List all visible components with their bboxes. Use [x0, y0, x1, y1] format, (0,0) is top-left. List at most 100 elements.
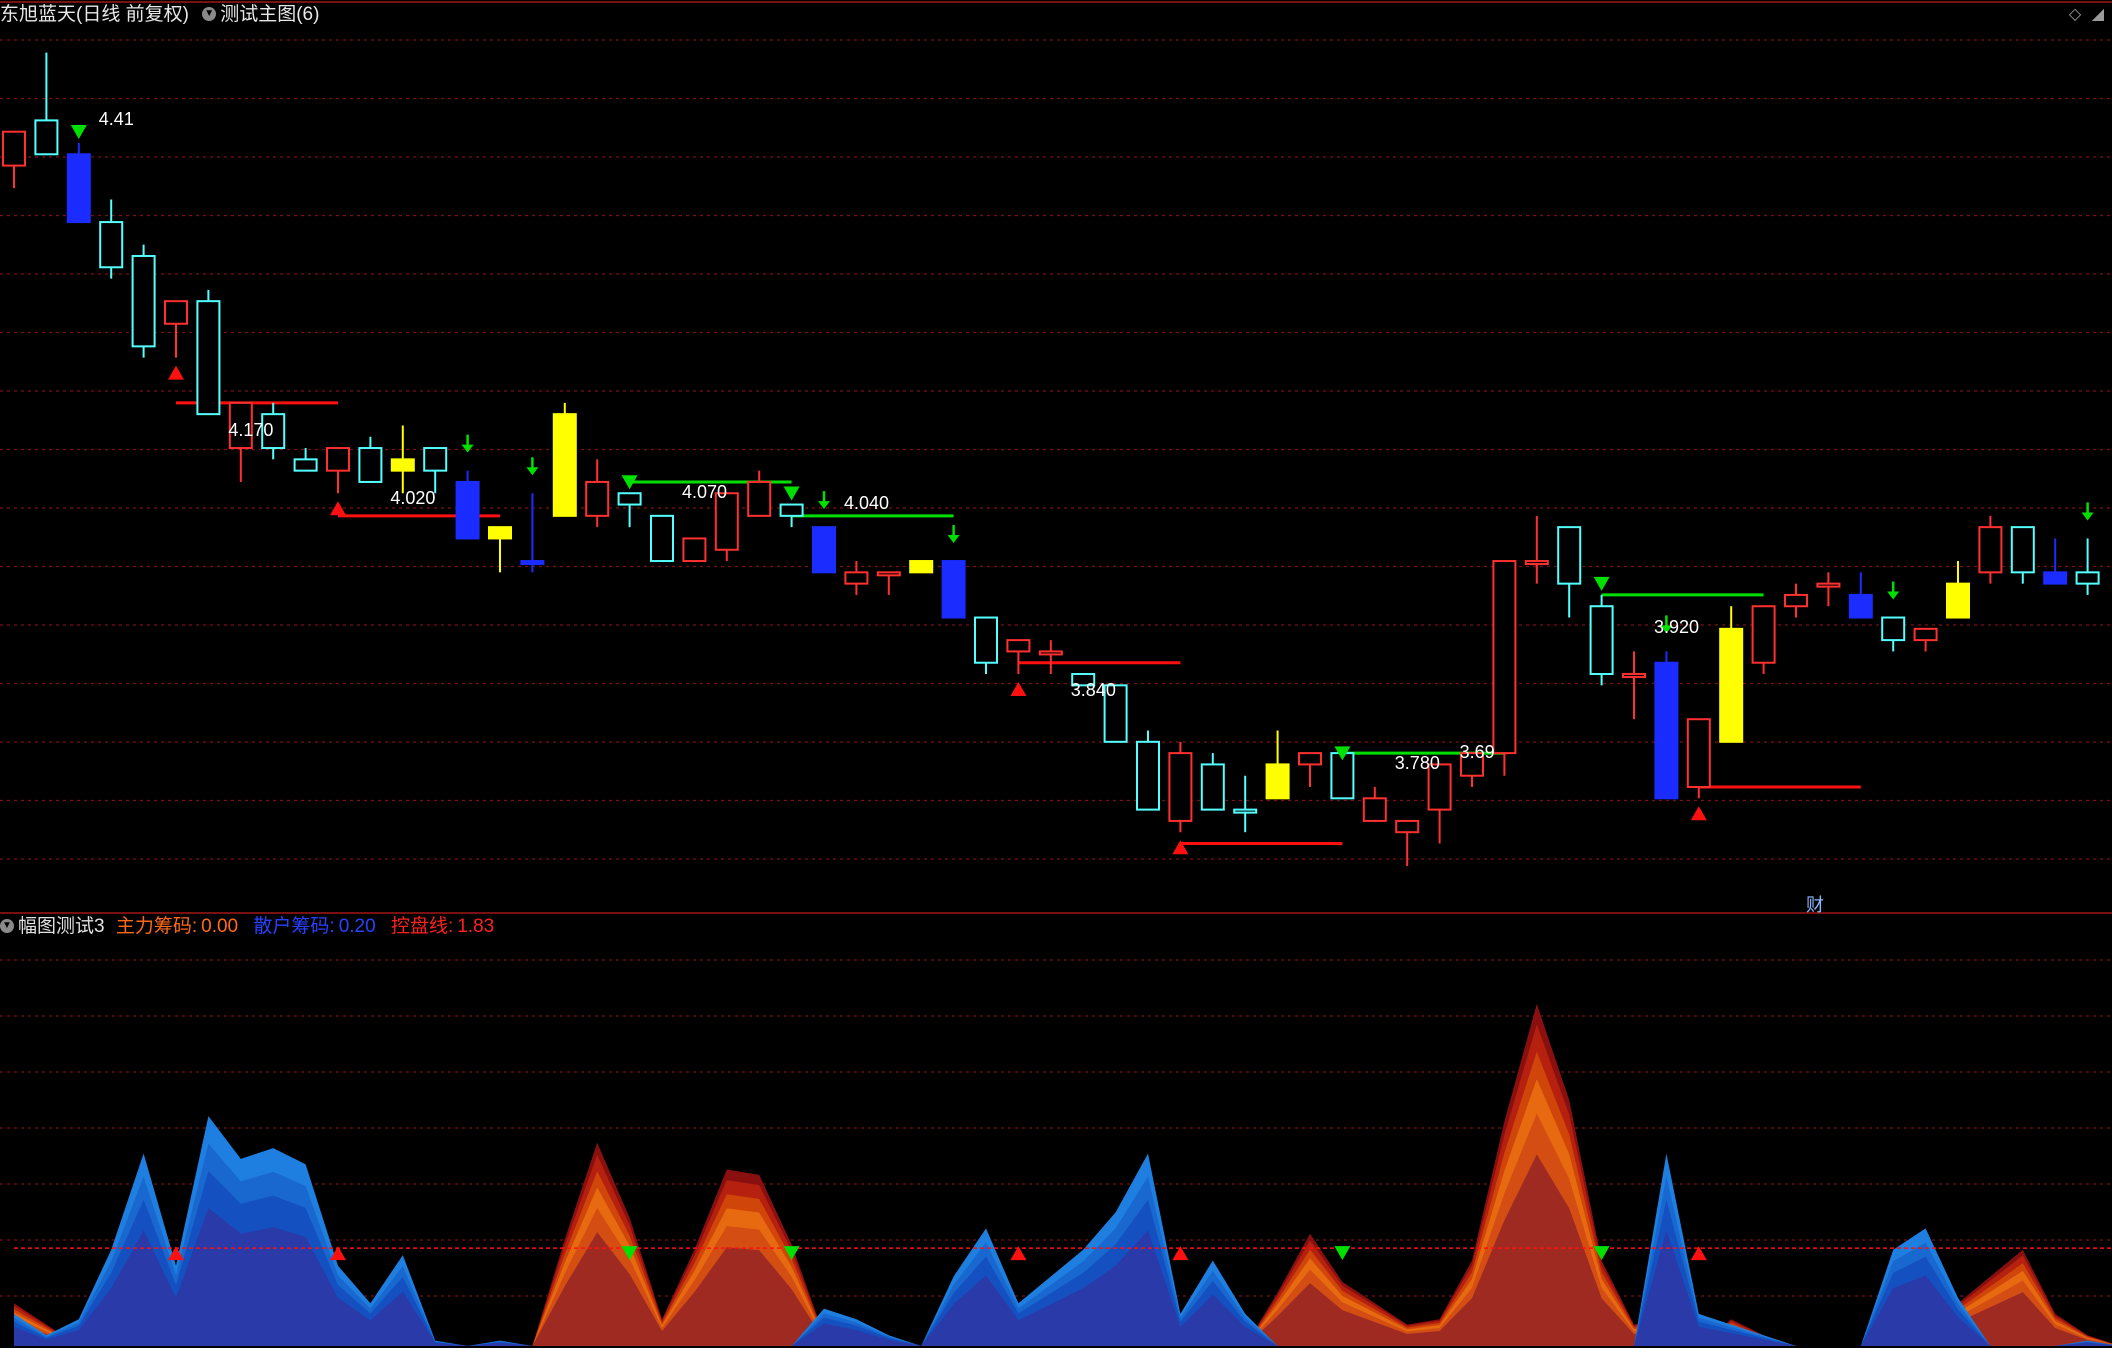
candle-body [1006, 639, 1031, 653]
candle [1038, 640, 1063, 675]
price-label: 3.69 [1459, 741, 1495, 762]
candle-body [1136, 740, 1160, 811]
candle-body [1751, 605, 1776, 664]
candle [488, 526, 512, 573]
candle [326, 447, 350, 494]
buy-triangle-icon [1010, 682, 1027, 697]
candle-body [196, 300, 221, 416]
candle-body [2, 130, 26, 167]
candle-body [131, 254, 156, 348]
price-label: 4.070 [682, 481, 728, 502]
candle [131, 244, 156, 358]
main-header: 东旭蓝天(日线 前复权) ▼ 测试主图(6) [0, 4, 319, 26]
candle-body [66, 153, 91, 224]
main-indicator-name[interactable]: 测试主图(6) [220, 4, 319, 25]
candle [1362, 787, 1387, 822]
finance-icon[interactable]: 财 [1806, 891, 1824, 917]
candle-body [1589, 605, 1614, 676]
candle-body [293, 458, 318, 472]
diamond-icon[interactable]: ◇ [2069, 6, 2081, 23]
candle [1492, 560, 1517, 776]
candle-body [1848, 593, 1873, 619]
sell-triangle-icon [70, 124, 87, 139]
price-label: 3.840 [1070, 680, 1116, 701]
down-arrow-icon [1887, 581, 1900, 600]
candle [66, 142, 91, 224]
candle [293, 448, 318, 472]
candle-body [2075, 571, 2100, 585]
candle [1589, 594, 1614, 686]
candle-body [650, 514, 674, 563]
candle-body [1492, 560, 1517, 755]
candle-body [941, 560, 966, 619]
down-arrow-icon [2081, 502, 2094, 521]
price-label: 4.040 [844, 493, 890, 514]
retail-chip-value: 0.20 [338, 916, 376, 937]
candle-body [390, 458, 415, 472]
down-arrow-icon [947, 525, 960, 544]
candle-body [747, 480, 772, 517]
candle-body [974, 616, 998, 664]
candle [1622, 651, 1646, 720]
candle [228, 401, 253, 482]
candle-body [1395, 819, 1420, 834]
candle [1881, 616, 1906, 652]
candle [1946, 561, 1970, 619]
candle [1557, 526, 1582, 618]
candle [1136, 730, 1160, 811]
control-line-value: 1.83 [457, 916, 495, 937]
buy-triangle-icon [1690, 806, 1707, 821]
candle-body [1038, 650, 1063, 656]
candle [974, 616, 998, 675]
panel-controls[interactable]: ◇ ◢ [2069, 4, 2104, 26]
candle [1751, 605, 1776, 675]
candle-body [99, 221, 124, 269]
chevron-down-icon[interactable]: ▼ [0, 918, 14, 933]
candle-body [1298, 752, 1322, 766]
candle [1298, 752, 1322, 788]
corner-icon[interactable]: ◢ [2092, 6, 2104, 23]
stock-title[interactable]: 东旭蓝天(日线 前复权) [0, 4, 189, 25]
candle [552, 402, 577, 517]
candle-body [812, 526, 836, 574]
pane-divider[interactable] [0, 912, 2112, 914]
candle-body [682, 537, 707, 563]
candle-body [1557, 526, 1582, 585]
candle-body [1881, 616, 1906, 642]
candle [2, 130, 26, 189]
candle [1654, 651, 1679, 800]
candle [1006, 639, 1031, 675]
sell-triangle-icon [1334, 1246, 1351, 1261]
candle [617, 492, 642, 528]
sub-indicator-name[interactable]: 幅图测试3 [18, 916, 105, 937]
candle [812, 526, 836, 574]
candle-body [1233, 808, 1258, 814]
chart-canvas[interactable] [0, 0, 2112, 1348]
candle [520, 493, 545, 573]
candle-body [552, 413, 577, 517]
candle-body [1654, 661, 1679, 800]
chevron-down-icon[interactable]: ▼ [202, 6, 217, 21]
candle [1848, 572, 1873, 619]
candle [1784, 583, 1808, 618]
down-arrow-icon [526, 457, 539, 476]
candle-body [488, 526, 512, 540]
candle-body [1168, 752, 1193, 822]
candle-body [844, 571, 869, 585]
candle-body [585, 480, 610, 517]
candle [779, 503, 804, 528]
candle-body [1978, 526, 2003, 574]
candle [682, 537, 707, 563]
candle [34, 52, 59, 156]
candle [1233, 775, 1258, 833]
candle [358, 436, 383, 483]
candle-body [617, 492, 642, 506]
candle [390, 425, 415, 494]
candle [747, 470, 772, 517]
candle [941, 560, 966, 619]
candle-body [1265, 763, 1290, 800]
candle-body [1362, 797, 1387, 822]
candle [99, 199, 124, 279]
candle [2010, 526, 2035, 584]
candle-body [1686, 718, 1711, 789]
